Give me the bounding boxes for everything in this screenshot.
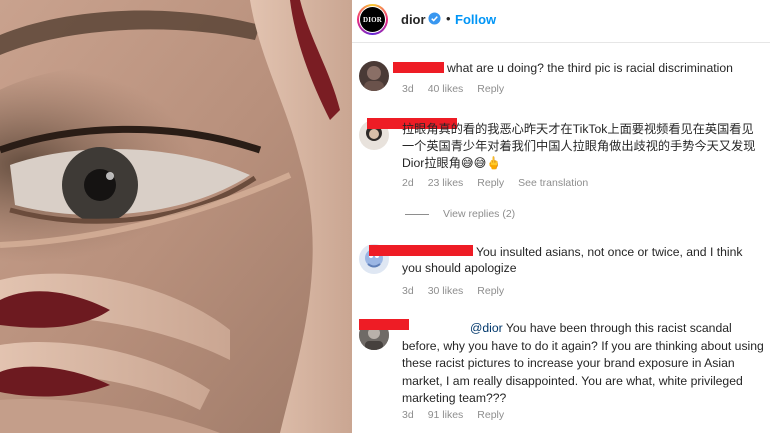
brand-logo: DIOR xyxy=(360,7,385,32)
post-photo-eye xyxy=(0,0,352,433)
comment-meta: 3d 40 likes Reply xyxy=(402,83,518,95)
view-replies-line xyxy=(405,214,429,215)
redacted-username xyxy=(393,62,444,73)
avatar-photo-icon xyxy=(364,66,384,91)
comment-age: 2d xyxy=(402,177,414,189)
reply-button[interactable]: Reply xyxy=(477,285,504,297)
comment-text: You insulted asians, not once or twice, … xyxy=(402,244,760,276)
comment-likes[interactable]: 91 likes xyxy=(428,409,464,421)
view-replies-button[interactable]: View replies (2) xyxy=(443,208,515,220)
comment-likes[interactable]: 23 likes xyxy=(428,177,464,189)
reply-button[interactable]: Reply xyxy=(477,177,504,189)
see-translation-link[interactable]: See translation xyxy=(518,177,588,189)
comment-meta: 3d 91 likes Reply xyxy=(402,409,518,421)
follow-button[interactable]: Follow xyxy=(455,12,496,27)
comment-meta: 3d 30 likes Reply xyxy=(402,285,518,297)
brand-username[interactable]: dior xyxy=(401,12,426,27)
comment-meta: 2d 23 likes Reply See translation xyxy=(402,177,602,189)
verified-badge-icon xyxy=(428,12,441,25)
reply-button[interactable]: Reply xyxy=(477,83,504,95)
commenter-avatar[interactable] xyxy=(359,61,389,91)
comment-text: @dior You have been through this racist … xyxy=(402,320,764,408)
comment-age: 3d xyxy=(402,285,414,297)
header-divider xyxy=(352,42,770,43)
post-image xyxy=(0,0,352,433)
comment-likes[interactable]: 30 likes xyxy=(428,285,464,297)
comment-text: what are u doing? the third pic is racia… xyxy=(447,61,733,75)
comment-body: You have been through this racist scanda… xyxy=(402,321,764,405)
comment-age: 3d xyxy=(402,83,414,95)
separator-dot: • xyxy=(446,11,451,26)
comment-likes[interactable]: 40 likes xyxy=(428,83,464,95)
reply-button[interactable]: Reply xyxy=(477,409,504,421)
comment-text: 拉眼角真的看的我恶心昨天才在TikTok上面要视频看见在英国看见一个英国青少年对… xyxy=(402,122,756,170)
comments-panel: DIOR dior • Follow what are u doing? the… xyxy=(352,0,770,433)
comment-body: You insulted asians, not once or twice, … xyxy=(402,245,743,275)
comment-age: 3d xyxy=(402,409,414,421)
mention-link[interactable]: @dior xyxy=(470,321,503,335)
post-header: DIOR dior • Follow xyxy=(352,0,770,42)
brand-avatar[interactable]: DIOR xyxy=(357,4,388,35)
